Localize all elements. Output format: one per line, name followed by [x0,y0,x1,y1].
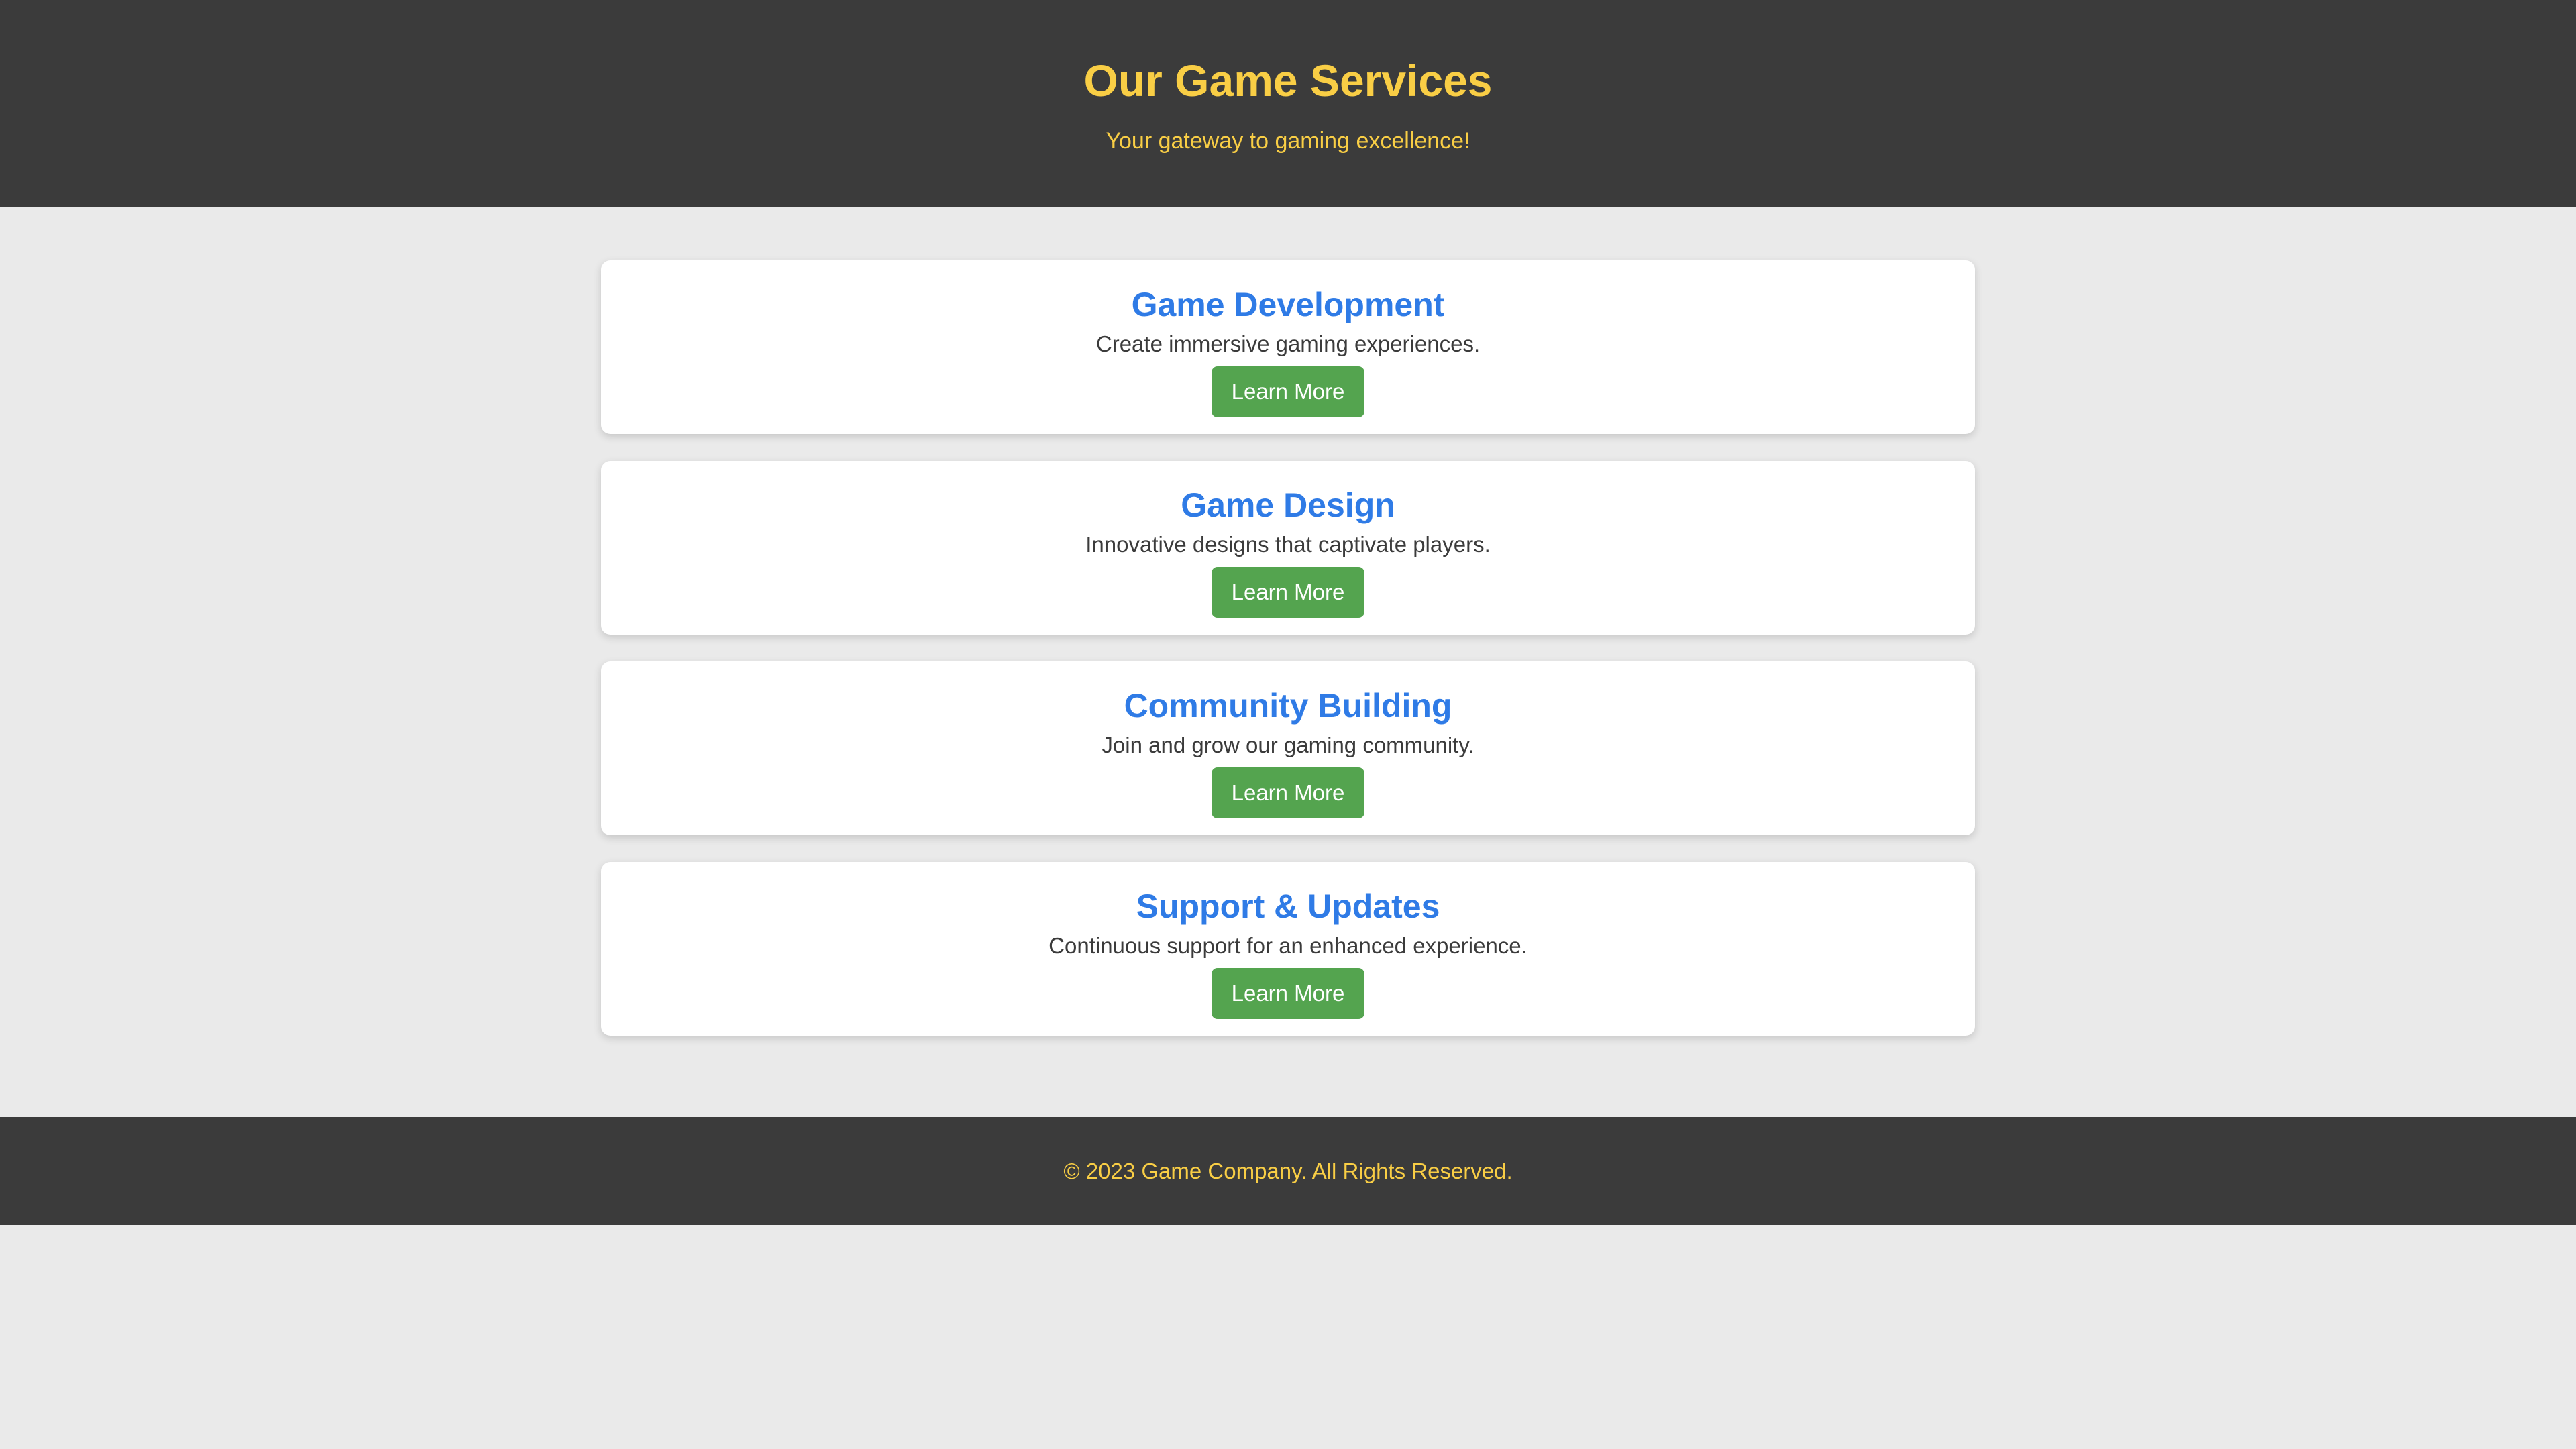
site-footer: © 2023 Game Company. All Rights Reserved… [0,1117,2576,1225]
service-description: Innovative designs that captivate player… [1085,532,1491,557]
learn-more-button-community-building[interactable]: Learn More [1211,767,1365,818]
service-title: Game Development [1131,286,1445,323]
service-card-support-updates: Support & Updates Continuous support for… [601,862,1975,1036]
site-header: Our Game Services Your gateway to gaming… [0,0,2576,207]
page-title: Our Game Services [1083,56,1493,105]
service-title: Support & Updates [1136,888,1440,925]
page-tagline: Your gateway to gaming excellence! [1106,128,1470,154]
service-description: Join and grow our gaming community. [1102,733,1474,757]
service-description: Continuous support for an enhanced exper… [1049,933,1527,958]
service-description: Create immersive gaming experiences. [1095,331,1481,356]
learn-more-button-support-updates[interactable]: Learn More [1211,968,1365,1019]
service-title: Game Design [1181,486,1395,524]
service-card-community-building: Community Building Join and grow our gam… [601,661,1975,835]
learn-more-button-game-development[interactable]: Learn More [1211,366,1365,417]
services-list: Game Development Create immersive gaming… [601,260,1975,1036]
copyright-text: © 2023 Game Company. All Rights Reserved… [1063,1159,1513,1183]
learn-more-button-game-design[interactable]: Learn More [1211,567,1365,618]
service-card-game-design: Game Design Innovative designs that capt… [601,461,1975,635]
service-card-game-development: Game Development Create immersive gaming… [601,260,1975,434]
service-title: Community Building [1124,687,1452,724]
